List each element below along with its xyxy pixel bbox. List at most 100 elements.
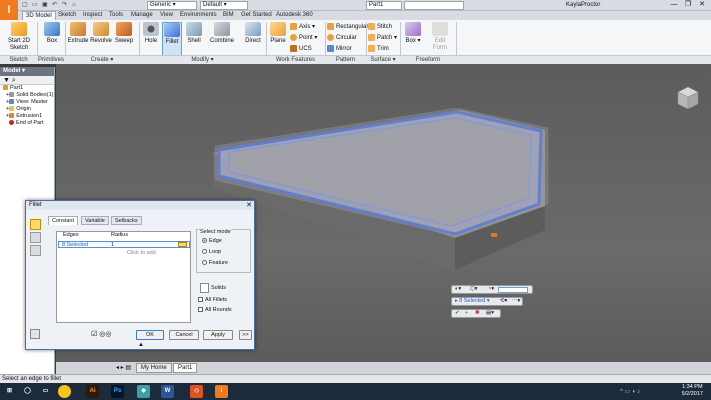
solids-selector[interactable]: Solids bbox=[196, 281, 251, 295]
mini-edge-icon[interactable]: ◐▾ bbox=[455, 286, 461, 293]
plane-button[interactable]: Plane bbox=[268, 22, 288, 56]
inventor-icon[interactable]: I bbox=[215, 385, 228, 398]
maximize-button[interactable]: ❐ bbox=[681, 0, 695, 10]
new-icon[interactable]: ▢ bbox=[22, 1, 28, 10]
word-icon[interactable]: W bbox=[161, 385, 174, 398]
mirror-button[interactable]: Mirror bbox=[327, 44, 352, 54]
illustrator-icon[interactable]: Ai bbox=[86, 385, 99, 398]
app-icon[interactable]: ◆ bbox=[137, 385, 150, 398]
tab-environments[interactable]: Environments bbox=[177, 11, 220, 20]
app-logo-icon[interactable]: I bbox=[0, 0, 18, 20]
redo-icon[interactable]: ↷ bbox=[62, 1, 67, 10]
panel-create[interactable]: Create ▾ bbox=[65, 55, 139, 64]
expand-button[interactable]: >> bbox=[239, 330, 252, 340]
full-round-fillet-icon[interactable] bbox=[30, 245, 41, 256]
tree-item-view-master[interactable]: + View: Master bbox=[0, 99, 54, 106]
search-icon[interactable]: ◯ bbox=[21, 385, 34, 398]
panel-surface[interactable]: Surface ▾ bbox=[366, 55, 400, 64]
mini-radius-input[interactable] bbox=[498, 287, 528, 293]
patch-button[interactable]: Patch ▾ bbox=[368, 33, 397, 43]
revolve-button[interactable]: Revolve bbox=[90, 22, 112, 56]
tree-item-extrusion1[interactable]: + Extrusion1 bbox=[0, 113, 54, 120]
tab-constant[interactable]: Constant bbox=[48, 216, 79, 225]
hole-button[interactable]: Hole bbox=[142, 22, 160, 56]
direct-button[interactable]: Direct bbox=[242, 22, 264, 56]
material-combo[interactable]: Generic ▾ bbox=[147, 1, 197, 10]
find-icon[interactable]: ⌕ bbox=[12, 77, 16, 84]
tree-item-origin[interactable]: + Origin bbox=[0, 106, 54, 113]
combine-button[interactable]: Combine bbox=[208, 22, 236, 56]
tree-item-solid-bodies[interactable]: + Solid Bodies(1) bbox=[0, 92, 54, 99]
mini-mode-icon[interactable]: ⬡▾ bbox=[470, 286, 478, 293]
radius-arrow-icon[interactable] bbox=[178, 242, 187, 247]
rectangular-pattern-button[interactable]: Rectangular bbox=[327, 22, 368, 32]
collapse-icon[interactable]: ▲ bbox=[138, 342, 144, 348]
face-fillet-icon[interactable] bbox=[30, 232, 41, 243]
tree-item-end-of-part[interactable]: End of Part bbox=[0, 120, 54, 127]
tab-sketch[interactable]: Sketch bbox=[55, 11, 79, 20]
tab-autodesk-360[interactable]: Autodesk 360 bbox=[273, 11, 316, 20]
start-sketch-button[interactable]: Start 2D Sketch bbox=[4, 22, 34, 56]
fillet-button[interactable]: Fillet bbox=[162, 22, 182, 56]
ucs-button[interactable]: UCS bbox=[290, 44, 312, 54]
viewcube-icon[interactable] bbox=[676, 85, 700, 111]
box-button[interactable]: Box bbox=[42, 22, 62, 56]
mode-loop-radio[interactable]: Loop bbox=[202, 249, 221, 256]
browser-header[interactable]: Model ▾ bbox=[0, 67, 54, 76]
cancel-button[interactable]: Cancel bbox=[169, 330, 199, 340]
tab-variable[interactable]: Variable bbox=[81, 216, 109, 225]
task-view-icon[interactable]: ▭ bbox=[39, 385, 52, 398]
tab-get-started[interactable]: Get Started bbox=[238, 11, 275, 20]
system-tray[interactable]: ^ ▭ ◖ ♪ bbox=[620, 388, 640, 395]
close-button[interactable]: ✕ bbox=[695, 0, 709, 10]
edge-fillet-icon[interactable] bbox=[30, 219, 41, 230]
sweep-button[interactable]: Sweep bbox=[114, 22, 134, 56]
part-model[interactable] bbox=[205, 108, 550, 273]
tab-nav-icon[interactable]: ◂ ▸ ▤ bbox=[116, 364, 131, 371]
mini-apply-icon[interactable]: + bbox=[465, 310, 468, 317]
table-row[interactable]: 8 Selected 1 bbox=[58, 241, 190, 248]
mini-selected-edges[interactable]: ▸ 8 Selected ▾ bbox=[455, 298, 490, 305]
clock[interactable]: 1:34 PM 5/2/2017 bbox=[682, 384, 703, 398]
preview-checkbox[interactable]: ☑ ◎◎ bbox=[91, 330, 111, 338]
dialog-close-icon[interactable]: ✕ bbox=[246, 201, 252, 210]
mini-ok-icon[interactable]: ✔ bbox=[455, 310, 460, 317]
mini-flip-icon[interactable]: ⟲▾ bbox=[500, 298, 507, 305]
extrude-button[interactable]: Extrude bbox=[67, 22, 89, 56]
tab-view[interactable]: View bbox=[157, 11, 176, 20]
row-radius-value[interactable]: 1 bbox=[111, 242, 114, 248]
tab-manage[interactable]: Manage bbox=[128, 11, 156, 20]
tab-3d-model[interactable]: 3D Model bbox=[22, 11, 56, 20]
tab-tools[interactable]: Tools bbox=[106, 11, 126, 20]
minimize-button[interactable]: — bbox=[667, 0, 681, 10]
tab-my-home[interactable]: My Home bbox=[136, 363, 172, 373]
point-button[interactable]: Point ▾ bbox=[290, 33, 317, 43]
trim-button[interactable]: Trim bbox=[368, 44, 389, 54]
mini-toolbar-top-row[interactable]: ◐▾ ⬡▾ ◔▾ bbox=[451, 285, 533, 294]
mini-toolbar-middle-row[interactable]: ▸ 8 Selected ▾ ⟲▾ ⋯▾ bbox=[451, 297, 523, 306]
mini-radius-icon[interactable]: ◔▾ bbox=[488, 286, 494, 293]
mode-edge-radio[interactable]: Edge bbox=[202, 238, 222, 245]
tree-item-part1[interactable]: Part1 bbox=[0, 85, 54, 92]
tab-part1[interactable]: Part1 bbox=[173, 363, 198, 373]
tab-setbacks[interactable]: Setbacks bbox=[111, 216, 142, 225]
edit-form-button[interactable]: Edit Form bbox=[428, 22, 452, 56]
stitch-button[interactable]: Stitch bbox=[368, 22, 392, 32]
tab-bim[interactable]: BIM bbox=[220, 11, 237, 20]
mini-options-icon[interactable]: ⋯▾ bbox=[512, 298, 520, 305]
home-icon[interactable]: ⌂ bbox=[72, 1, 76, 10]
open-icon[interactable]: ▭ bbox=[32, 1, 38, 10]
circular-pattern-button[interactable]: Circular bbox=[327, 33, 357, 43]
apply-button[interactable]: Apply bbox=[203, 330, 233, 340]
user-name[interactable]: KaylaProctor bbox=[566, 1, 600, 10]
axis-button[interactable]: Axis ▾ bbox=[290, 22, 315, 32]
all-fillets-checkbox[interactable]: All Fillets bbox=[198, 297, 227, 304]
freeform-box-button[interactable]: Box ▾ bbox=[403, 22, 423, 56]
undo-icon[interactable]: ↶ bbox=[52, 1, 57, 10]
click-to-add[interactable]: Click to add bbox=[127, 250, 156, 256]
windows-start-icon[interactable]: ⊞ bbox=[3, 385, 16, 398]
panel-modify[interactable]: Modify ▾ bbox=[139, 55, 266, 64]
save-icon[interactable]: ▣ bbox=[42, 1, 48, 10]
tab-inspect[interactable]: Inspect bbox=[80, 11, 105, 20]
help-icon[interactable] bbox=[30, 329, 40, 339]
